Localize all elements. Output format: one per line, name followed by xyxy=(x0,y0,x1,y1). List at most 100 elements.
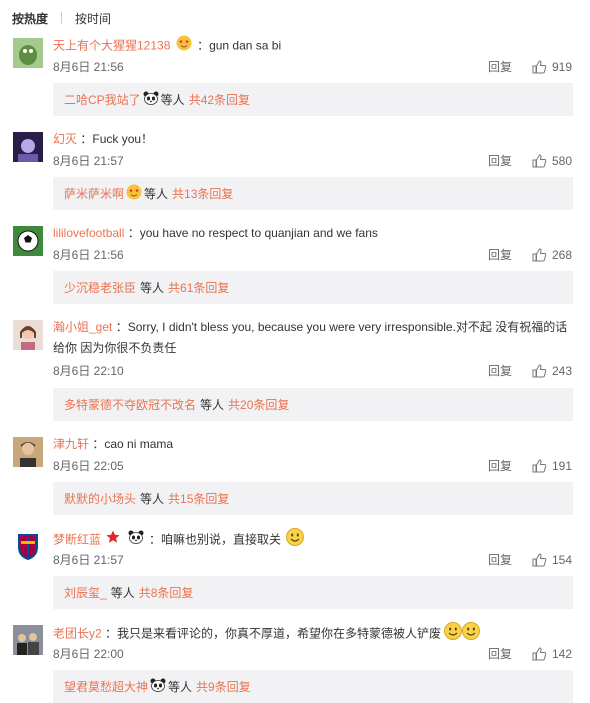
like-button[interactable]: 154 xyxy=(532,552,572,568)
reply-button[interactable]: 回复 xyxy=(488,247,512,263)
reply-username[interactable]: 多特蒙德不夺欧冠不改名 xyxy=(64,396,196,413)
avatar[interactable] xyxy=(13,38,43,68)
panda-emoji-icon xyxy=(128,530,144,551)
avatar[interactable] xyxy=(13,625,43,655)
comment-username[interactable]: 梦断红蓝 xyxy=(53,533,101,547)
reply-username[interactable]: 望君莫愁超大神 xyxy=(64,678,148,695)
comment-body: ：gun dan sa bi xyxy=(197,38,282,53)
reply-summary-box[interactable]: 萨米萨米啊 等人 共13条回复 xyxy=(53,177,573,210)
reply-button[interactable]: 回复 xyxy=(488,646,512,662)
heart-eyes-emoji-icon xyxy=(126,184,142,203)
comment-body: ：Sorry, I didn't bless you, because you … xyxy=(115,320,568,334)
panda-emoji-icon xyxy=(150,678,166,695)
panda-emoji-icon xyxy=(143,91,159,108)
smile-emoji-icon xyxy=(286,528,305,553)
reply-button[interactable]: 回复 xyxy=(488,458,512,474)
comment-item: 梦断红蓝 ：咱嘛也别说，直接取关 8月6日 21:57 回复 154 刘辰玺_ … xyxy=(0,528,590,616)
reply-username[interactable]: 少沉稳老张臣 xyxy=(64,279,136,296)
reply-others-text: 等人 xyxy=(168,680,193,694)
comment-date: 8月6日 22:00 xyxy=(53,647,124,661)
comment-text-line: 津九轩 ：cao ni mama xyxy=(53,434,573,455)
thumbs-up-icon xyxy=(532,364,547,378)
comment-username[interactable]: lililovefootball xyxy=(53,226,124,240)
red-star-badge-icon xyxy=(106,530,120,551)
like-button[interactable]: 191 xyxy=(532,458,572,474)
reply-username[interactable]: 二哈CP我站了 xyxy=(64,91,141,108)
comment-date: 8月6日 22:10 xyxy=(53,364,124,378)
like-button[interactable]: 142 xyxy=(532,646,572,662)
reply-count-link[interactable]: 共42条回复 xyxy=(189,91,250,108)
reply-count-link[interactable]: 共15条回复 xyxy=(168,490,229,507)
reply-count-link[interactable]: 共8条回复 xyxy=(139,584,194,601)
sort-by-hot-tab[interactable]: 按热度 xyxy=(12,10,48,27)
comment-item: 老团长y2 ：我只是来看评论的，你真不厚道，希望你在多特蒙德被人铲废 8月6日 … xyxy=(0,622,590,703)
thumbs-up-icon xyxy=(532,248,547,262)
reply-username[interactable]: 刘辰玺_ xyxy=(64,584,107,601)
comment-body: ：you have no respect to quanjian and we … xyxy=(127,226,378,240)
comment-text-line: 幻灭 ：Fuck you！ xyxy=(53,129,573,150)
comment-username[interactable]: 老团长y2 xyxy=(53,627,102,641)
reply-summary-box[interactable]: 二哈CP我站了 等人 共42条回复 xyxy=(53,83,573,116)
like-count: 142 xyxy=(552,647,573,661)
like-count: 268 xyxy=(552,248,573,262)
reply-button[interactable]: 回复 xyxy=(488,59,512,75)
comment-date: 8月6日 21:56 xyxy=(53,248,124,262)
comment-body: ：cao ni mama xyxy=(92,437,174,451)
reply-others-text: 等人 xyxy=(140,281,165,295)
like-button[interactable]: 580 xyxy=(532,153,572,169)
comment-username[interactable]: 天上有个大猩猩12138 xyxy=(53,39,170,53)
comment-body-continued: 给你 因为你很不负责任 xyxy=(53,341,177,355)
reply-summary-box[interactable]: 少沉稳老张臣 等人 共61条回复 xyxy=(53,271,573,304)
comment-date: 8月6日 21:57 xyxy=(53,154,124,168)
comment-item: lililovefootball ：you have no respect to… xyxy=(0,226,590,311)
sort-divider xyxy=(61,12,63,24)
reply-username[interactable]: 默默的小场头 xyxy=(64,490,136,507)
reply-summary-box[interactable]: 望君莫愁超大神 等人 共9条回复 xyxy=(53,670,573,703)
heart-eyes-emoji-icon xyxy=(176,35,192,58)
sort-by-time-tab[interactable]: 按时间 xyxy=(75,10,111,27)
comment-item: 瀚小姐_get ：Sorry, I didn't bless you, beca… xyxy=(0,320,590,425)
comment-username[interactable]: 幻灭 xyxy=(53,132,77,146)
like-button[interactable]: 243 xyxy=(532,363,572,379)
comment-text-line: 天上有个大猩猩12138 ：gun dan sa bi xyxy=(53,35,573,58)
like-count: 580 xyxy=(552,154,573,168)
comment-text-line: 梦断红蓝 ：咱嘛也别说，直接取关 xyxy=(53,528,573,553)
reply-count-link[interactable]: 共13条回复 xyxy=(172,185,233,202)
like-button[interactable]: 919 xyxy=(532,59,572,75)
reply-button[interactable]: 回复 xyxy=(488,153,512,169)
reply-button[interactable]: 回复 xyxy=(488,552,512,568)
reply-username[interactable]: 萨米萨米啊 xyxy=(64,185,124,202)
like-button[interactable]: 268 xyxy=(532,247,572,263)
reply-count-link[interactable]: 共61条回复 xyxy=(168,279,229,296)
reply-button[interactable]: 回复 xyxy=(488,363,512,379)
avatar[interactable] xyxy=(13,226,43,256)
thumbs-up-icon xyxy=(532,459,547,473)
reply-others-text: 等人 xyxy=(140,492,165,506)
comment-date: 8月6日 21:57 xyxy=(53,553,124,567)
avatar[interactable] xyxy=(13,437,43,467)
reply-summary-box[interactable]: 默默的小场头 等人 共15条回复 xyxy=(53,482,573,515)
comment-body: ：我只是来看评论的，你真不厚道，希望你在多特蒙德被人铲废 xyxy=(105,626,442,641)
comment-username[interactable]: 瀚小姐_get xyxy=(53,320,112,334)
comment-date: 8月6日 22:05 xyxy=(53,459,124,473)
comment-text-line: 老团长y2 ：我只是来看评论的，你真不厚道，希望你在多特蒙德被人铲废 xyxy=(53,622,573,647)
avatar[interactable] xyxy=(13,320,43,350)
reply-others-text: 等人 xyxy=(144,187,169,201)
reply-summary-box[interactable]: 刘辰玺_ 等人 共8条回复 xyxy=(53,576,573,609)
comment-item: 幻灭 ：Fuck you！ 8月6日 21:57 回复 580 萨米萨米啊 等人… xyxy=(0,132,590,217)
reply-count-link[interactable]: 共20条回复 xyxy=(228,396,289,413)
comment-text-line: 瀚小姐_get ：Sorry, I didn't bless you, beca… xyxy=(53,317,573,359)
comment-date: 8月6日 21:56 xyxy=(53,60,124,74)
comment-username[interactable]: 津九轩 xyxy=(53,437,89,451)
sort-bar: 按热度 按时间 xyxy=(12,9,111,27)
reply-summary-box[interactable]: 多特蒙德不夺欧冠不改名 等人 共20条回复 xyxy=(53,388,573,421)
smile-emoji-icon xyxy=(462,622,481,647)
like-count: 243 xyxy=(552,364,573,378)
avatar[interactable] xyxy=(13,531,43,561)
comment-body: ：咱嘛也别说，直接取关 xyxy=(149,532,282,547)
like-count: 191 xyxy=(552,459,573,473)
reply-others-text: 等人 xyxy=(200,398,225,412)
avatar[interactable] xyxy=(13,132,43,162)
like-count: 919 xyxy=(552,60,573,74)
reply-count-link[interactable]: 共9条回复 xyxy=(196,678,251,695)
